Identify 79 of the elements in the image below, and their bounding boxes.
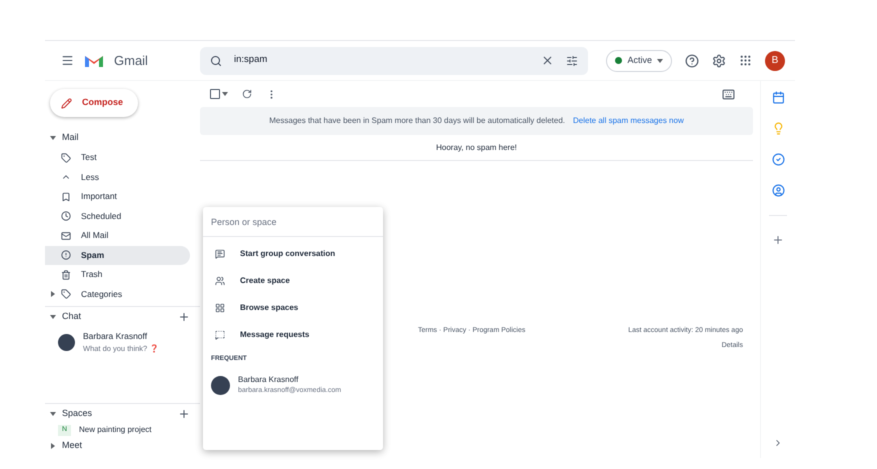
sidebar-item[interactable]: Trash — [45, 265, 190, 284]
caret-icon[interactable] — [222, 92, 228, 96]
sidebar-item[interactable]: Less — [45, 168, 190, 187]
action-icon — [215, 302, 225, 312]
help-icon[interactable] — [685, 54, 699, 68]
section-label[interactable]: Spaces — [62, 407, 178, 421]
avatar — [58, 334, 75, 350]
space-name: New painting project — [79, 424, 152, 436]
app-name: Gmail — [114, 52, 148, 70]
action-icon — [215, 330, 225, 340]
popup-menu-item[interactable]: Message requests — [203, 321, 383, 348]
item-label: Test — [81, 151, 97, 164]
keyboard-icon[interactable] — [722, 88, 735, 100]
caret-icon[interactable] — [50, 135, 56, 141]
sidebar-item[interactable]: Scheduled — [45, 206, 190, 226]
action-icon — [215, 248, 225, 258]
item-icon — [61, 192, 71, 202]
avatar[interactable]: B — [765, 50, 785, 70]
action-label: Create space — [240, 274, 290, 286]
envelope-logo-icon — [84, 53, 104, 68]
item-icon — [61, 152, 71, 163]
item-icon — [61, 289, 71, 300]
status-button[interactable]: Active — [606, 50, 672, 72]
settings-icon[interactable] — [712, 54, 726, 68]
section-label[interactable]: Meet — [62, 439, 190, 453]
search-icon[interactable] — [210, 54, 222, 66]
checkbox[interactable] — [210, 89, 220, 99]
banner-text: Messages that have been in Spam more than 30 days will be automatically deleted. — [269, 115, 565, 127]
sidebar-item[interactable]: Spam — [45, 246, 190, 265]
add-icon[interactable] — [178, 311, 190, 323]
search-value: in:spam — [234, 53, 268, 68]
delete-spam-link[interactable]: Delete all spam messages now — [573, 115, 684, 127]
item-label: Spam — [81, 248, 104, 262]
popup-menu-item[interactable]: Start group conversation — [203, 240, 383, 267]
popup-menu-item[interactable]: Browse spaces — [203, 294, 383, 321]
person-icon[interactable] — [772, 184, 784, 197]
menu-icon[interactable] — [61, 54, 74, 67]
sidebar-item[interactable]: Important — [45, 187, 190, 206]
item-label: Important — [81, 190, 117, 204]
popup-menu-item[interactable]: Create space — [203, 267, 383, 294]
sidebar-item[interactable]: All Mail — [45, 226, 190, 246]
calendar-icon[interactable] — [772, 91, 784, 104]
add-icon[interactable] — [772, 234, 784, 246]
caret-icon[interactable] — [50, 443, 56, 449]
sidebar-item[interactable]: Test — [45, 148, 190, 168]
item-icon — [61, 250, 71, 260]
person-search-field[interactable]: Person or space — [203, 207, 383, 237]
section-label[interactable]: Mail — [62, 131, 190, 145]
caret-icon[interactable] — [50, 291, 56, 298]
item-label: Less — [81, 170, 99, 184]
check-icon[interactable] — [772, 153, 784, 166]
apps-icon[interactable] — [739, 54, 752, 67]
pencil-icon — [61, 98, 72, 108]
search-field[interactable]: in:spam — [200, 46, 588, 74]
refresh-icon[interactable] — [242, 89, 252, 99]
item-label: All Mail — [81, 229, 108, 242]
item-label: Trash — [81, 268, 102, 282]
item-label: Categories — [81, 288, 122, 301]
item-icon — [61, 230, 71, 241]
item-label: Scheduled — [81, 210, 122, 223]
caret-icon[interactable] — [50, 411, 56, 417]
caret-icon — [657, 58, 663, 62]
item-icon — [61, 211, 71, 222]
compose-button[interactable]: Compose — [50, 89, 138, 117]
sidebar-item[interactable]: Categories — [45, 284, 190, 304]
caret-icon[interactable] — [50, 314, 56, 320]
filter-icon[interactable] — [566, 54, 578, 66]
action-icon — [215, 276, 225, 286]
section-label[interactable]: Chat — [62, 310, 178, 324]
contact-name: Barbara Krasnoff — [238, 374, 300, 386]
close-icon[interactable] — [541, 54, 554, 67]
action-label: Start group conversation — [240, 248, 336, 260]
action-label: Browse spaces — [240, 302, 298, 314]
item-icon — [61, 270, 71, 280]
action-label: Message requests — [240, 328, 310, 340]
add-icon[interactable] — [178, 408, 190, 420]
avatar — [211, 376, 230, 394]
empty-message: Hooray, no spam here! — [436, 142, 517, 154]
contact-name: Barbara Krasnoff — [83, 330, 148, 343]
